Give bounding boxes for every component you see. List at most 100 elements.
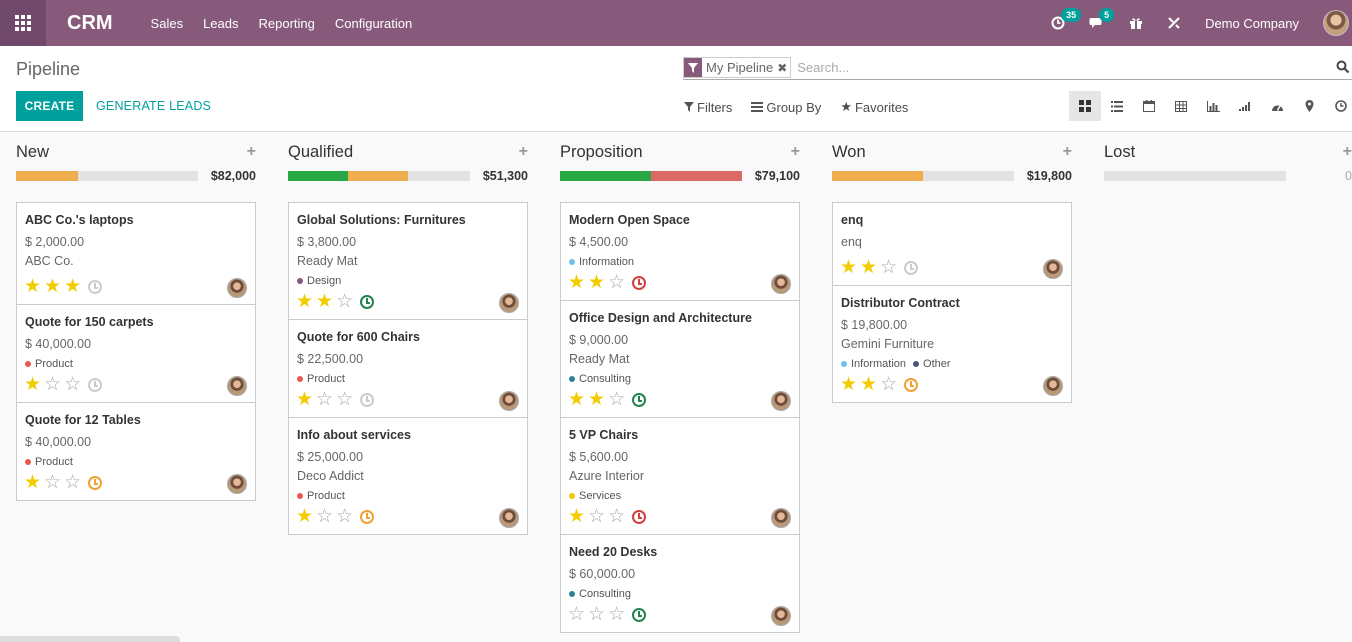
- messaging-button[interactable]: 5: [1089, 8, 1115, 30]
- kanban-card[interactable]: Quote for 600 Chairs $ 22,500.00 Product ★ ☆…: [288, 319, 528, 418]
- activity-clock-icon[interactable]: [632, 275, 647, 290]
- kanban-card[interactable]: Modern Open Space $ 4,500.00 Information ★ ★…: [560, 202, 800, 301]
- dashboard-view-button[interactable]: [1261, 91, 1293, 121]
- menu-item-leads[interactable]: Leads: [203, 16, 238, 31]
- star-filled-icon[interactable]: ★: [64, 277, 81, 296]
- star-filled-icon[interactable]: ★: [296, 292, 313, 311]
- kanban-card[interactable]: Quote for 12 Tables $ 40,000.00 Product ★ ☆ ☆: [16, 402, 256, 501]
- star-filled-icon[interactable]: ★: [568, 390, 585, 409]
- activity-clock-icon[interactable]: [88, 475, 103, 490]
- pivot-view-button[interactable]: [1165, 91, 1197, 121]
- column-header[interactable]: Lost +: [1104, 143, 1352, 165]
- kanban-card[interactable]: Office Design and Architecture $ 9,000.00…: [560, 300, 800, 418]
- star-empty-icon[interactable]: ☆: [336, 390, 353, 409]
- star-filled-icon[interactable]: ★: [44, 277, 61, 296]
- activity-clock-icon[interactable]: [632, 509, 647, 524]
- activity-button[interactable]: 35: [1051, 8, 1082, 30]
- star-empty-icon[interactable]: ☆: [608, 507, 625, 526]
- star-empty-icon[interactable]: ☆: [608, 273, 625, 292]
- quick-create-plus-icon[interactable]: +: [1343, 143, 1352, 161]
- app-brand[interactable]: CRM: [67, 12, 113, 35]
- user-avatar[interactable]: [1323, 10, 1349, 36]
- salesperson-avatar[interactable]: [771, 274, 791, 294]
- kanban-card[interactable]: Need 20 Desks $ 60,000.00 Consulting ☆ ☆ ☆: [560, 534, 800, 633]
- quick-create-plus-icon[interactable]: +: [791, 143, 800, 161]
- salesperson-avatar[interactable]: [771, 391, 791, 411]
- column-progress-bar[interactable]: [288, 171, 470, 181]
- salesperson-avatar[interactable]: [771, 606, 791, 626]
- quick-create-plus-icon[interactable]: +: [247, 143, 256, 161]
- star-empty-icon[interactable]: ☆: [880, 375, 897, 394]
- facet-remove-icon[interactable]: ✖: [777, 58, 790, 77]
- column-progress-bar[interactable]: [16, 171, 198, 181]
- activity-clock-icon[interactable]: [632, 607, 647, 622]
- kanban-card[interactable]: Global Solutions: Furnitures $ 3,800.00 Re…: [288, 202, 528, 320]
- activity-clock-icon[interactable]: [360, 392, 375, 407]
- progress-segment[interactable]: [16, 171, 78, 181]
- column-progress-bar[interactable]: [1104, 171, 1286, 181]
- star-filled-icon[interactable]: ★: [588, 273, 605, 292]
- star-empty-icon[interactable]: ☆: [64, 473, 81, 492]
- apps-menu-button[interactable]: [0, 0, 46, 46]
- activity-clock-icon[interactable]: [88, 377, 103, 392]
- star-filled-icon[interactable]: ★: [840, 258, 857, 277]
- progress-segment[interactable]: [651, 171, 742, 181]
- star-empty-icon[interactable]: ☆: [608, 605, 625, 624]
- debug-tools-button[interactable]: [1167, 16, 1181, 30]
- search-icon[interactable]: [1336, 60, 1350, 74]
- graph-view-button[interactable]: [1197, 91, 1229, 121]
- star-filled-icon[interactable]: ★: [860, 258, 877, 277]
- activity-clock-icon[interactable]: [360, 294, 375, 309]
- star-filled-icon[interactable]: ★: [24, 277, 41, 296]
- star-empty-icon[interactable]: ☆: [316, 507, 333, 526]
- map-view-button[interactable]: [1293, 91, 1325, 121]
- activity-clock-icon[interactable]: [88, 279, 103, 294]
- star-empty-icon[interactable]: ☆: [64, 375, 81, 394]
- salesperson-avatar[interactable]: [499, 391, 519, 411]
- progress-segment[interactable]: [348, 171, 409, 181]
- star-filled-icon[interactable]: ★: [316, 292, 333, 311]
- star-filled-icon[interactable]: ★: [24, 375, 41, 394]
- progress-segment[interactable]: [832, 171, 923, 181]
- column-header[interactable]: Qualified +: [288, 143, 528, 165]
- salesperson-avatar[interactable]: [227, 474, 247, 494]
- groupby-dropdown[interactable]: Group By: [751, 99, 821, 115]
- star-filled-icon[interactable]: ★: [296, 390, 313, 409]
- search-input[interactable]: [797, 60, 1318, 75]
- salesperson-avatar[interactable]: [227, 278, 247, 298]
- column-header[interactable]: Won +: [832, 143, 1072, 165]
- salesperson-avatar[interactable]: [1043, 376, 1063, 396]
- star-filled-icon[interactable]: ★: [568, 507, 585, 526]
- salesperson-avatar[interactable]: [499, 508, 519, 528]
- generate-leads-button[interactable]: GENERATE LEADS: [96, 91, 211, 121]
- salesperson-avatar[interactable]: [1043, 259, 1063, 279]
- column-progress-bar[interactable]: [560, 171, 742, 181]
- salesperson-avatar[interactable]: [227, 376, 247, 396]
- kanban-card[interactable]: 5 VP Chairs $ 5,600.00 Azure Interior Servi…: [560, 417, 800, 535]
- calendar-view-button[interactable]: [1133, 91, 1165, 121]
- star-empty-icon[interactable]: ☆: [316, 390, 333, 409]
- star-empty-icon[interactable]: ☆: [44, 375, 61, 394]
- menu-item-sales[interactable]: Sales: [151, 16, 184, 31]
- gift-button[interactable]: [1129, 16, 1143, 30]
- star-filled-icon[interactable]: ★: [296, 507, 313, 526]
- star-empty-icon[interactable]: ☆: [336, 507, 353, 526]
- column-progress-bar[interactable]: [832, 171, 1014, 181]
- column-header[interactable]: New +: [16, 143, 256, 165]
- quick-create-plus-icon[interactable]: +: [519, 143, 528, 161]
- list-view-button[interactable]: [1101, 91, 1133, 121]
- create-button[interactable]: CREATE: [16, 91, 83, 121]
- salesperson-avatar[interactable]: [771, 508, 791, 528]
- kanban-card[interactable]: Info about services $ 25,000.00 Deco Addic…: [288, 417, 528, 535]
- star-empty-icon[interactable]: ☆: [588, 507, 605, 526]
- activity-clock-icon[interactable]: [904, 377, 919, 392]
- star-filled-icon[interactable]: ★: [840, 375, 857, 394]
- kanban-view-button[interactable]: [1069, 91, 1101, 121]
- quick-create-plus-icon[interactable]: +: [1063, 143, 1072, 161]
- star-empty-icon[interactable]: ☆: [44, 473, 61, 492]
- cohort-view-button[interactable]: [1229, 91, 1261, 121]
- salesperson-avatar[interactable]: [499, 293, 519, 313]
- star-empty-icon[interactable]: ☆: [608, 390, 625, 409]
- activity-clock-icon[interactable]: [360, 509, 375, 524]
- star-filled-icon[interactable]: ★: [860, 375, 877, 394]
